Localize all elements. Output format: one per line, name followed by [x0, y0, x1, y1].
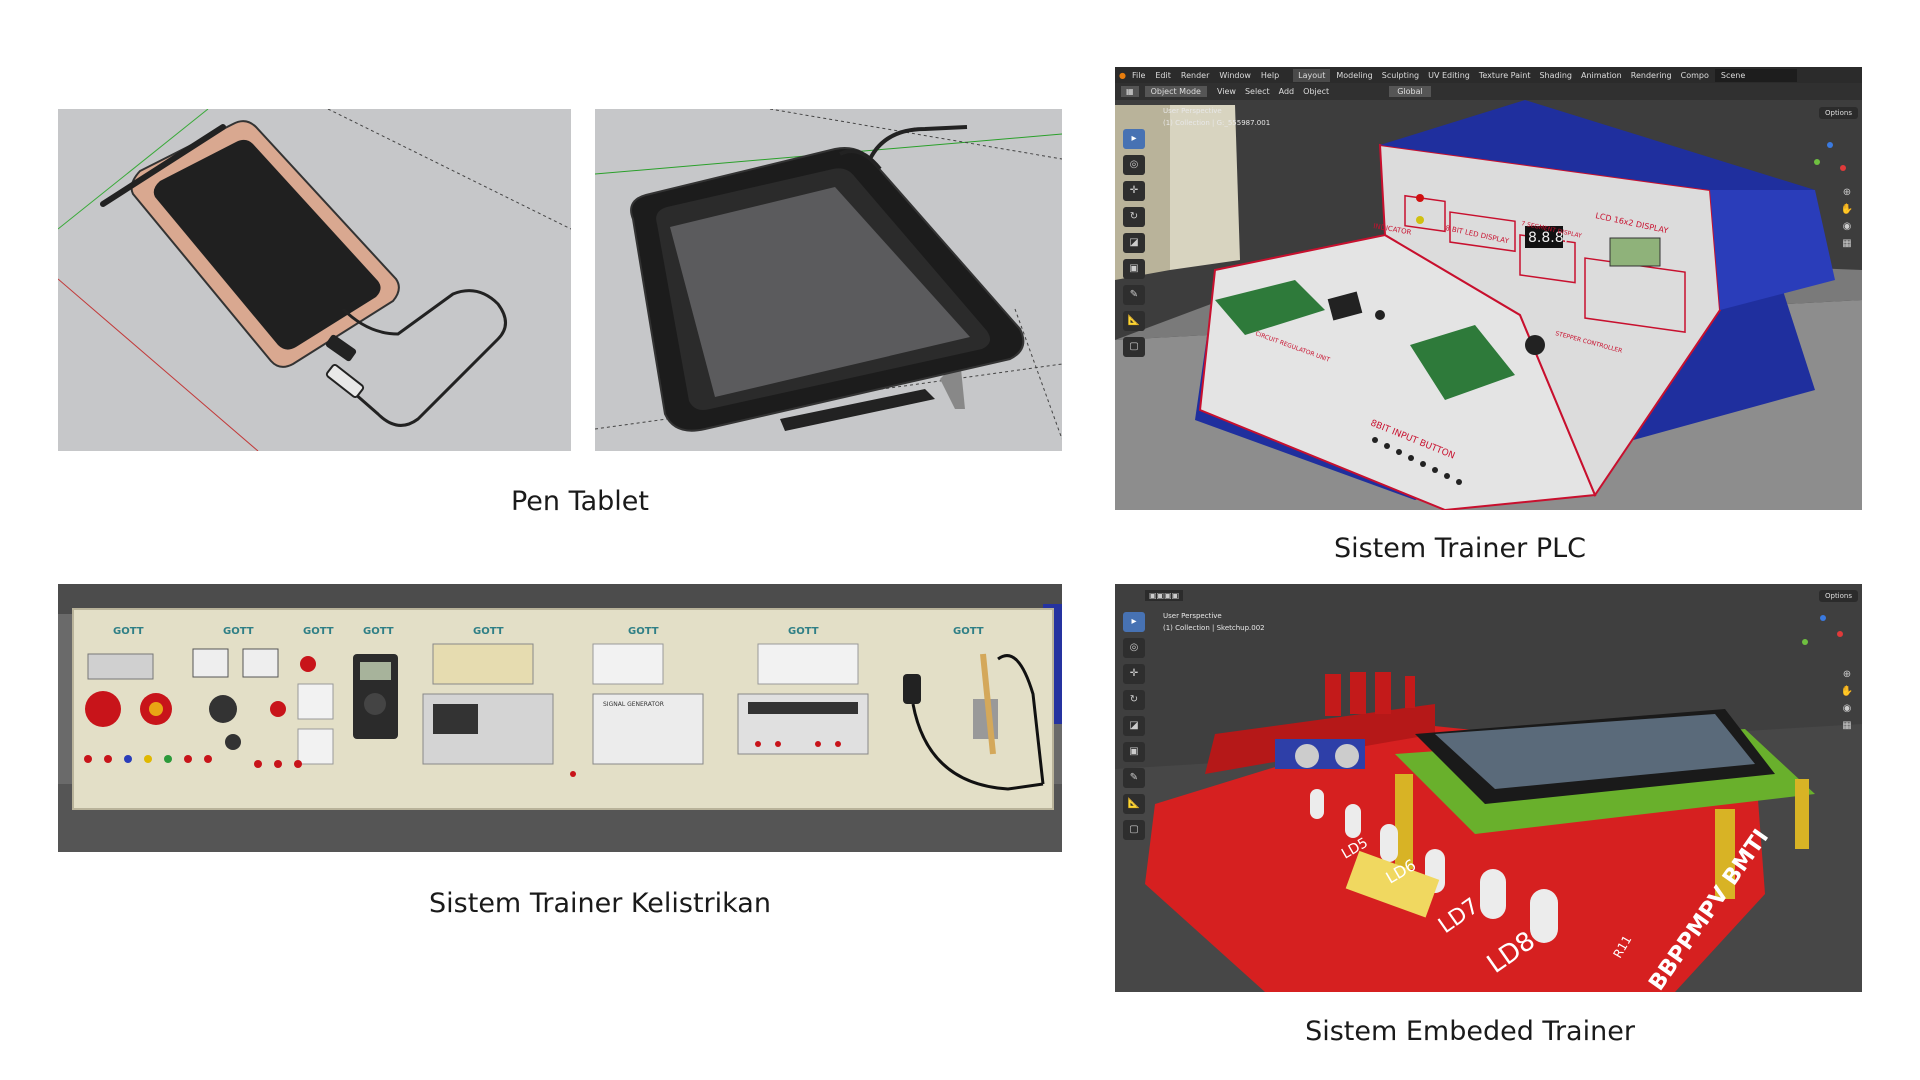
brand-2: GOTT: [223, 626, 254, 637]
blender-header: ▦ Object Mode View Select Add Object Glo…: [1115, 83, 1862, 100]
embedded-navigation-icons: ⊕ ✋ ◉ ▦: [1840, 669, 1854, 731]
camera-icon[interactable]: ◉: [1840, 221, 1854, 232]
menu-window[interactable]: Window: [1219, 71, 1251, 80]
select-tool-icon[interactable]: ▸: [1123, 129, 1145, 149]
viewport-collection: (1) Collection | G:_555987.001: [1163, 119, 1271, 127]
menu-help[interactable]: Help: [1261, 71, 1279, 80]
brand-8: GOTT: [953, 626, 984, 637]
plc-blender-screenshot: ● File Edit Render Window Help Layout Mo…: [1115, 67, 1862, 510]
tab-modeling[interactable]: Modeling: [1336, 71, 1372, 80]
zoom-icon[interactable]: ⊕: [1840, 187, 1854, 198]
tab-shading[interactable]: Shading: [1539, 71, 1572, 80]
embedded-viewport-info: User Perspective (1) Collection | Sketch…: [1163, 610, 1265, 634]
embedded-add-cube-tool-icon[interactable]: ▢: [1123, 820, 1145, 840]
embedded-zoom-icon[interactable]: ⊕: [1840, 669, 1854, 680]
tab-sculpting[interactable]: Sculpting: [1382, 71, 1419, 80]
embedded-viewport-collection: (1) Collection | Sketchup.002: [1163, 624, 1265, 632]
caption-plc: Sistem Trainer PLC: [1333, 533, 1587, 564]
embedded-blender-screenshot: LD7 LD8 LD5 LD6 R11 BBPPMPV BMTI ▣▣▣▣ Us…: [1115, 584, 1862, 992]
brand-6: GOTT: [628, 626, 659, 637]
tab-texture-paint[interactable]: Texture Paint: [1479, 71, 1531, 80]
embedded-grid-icon[interactable]: ▦: [1840, 720, 1854, 731]
pen-tablet-image-1: [58, 109, 571, 451]
blender-logo-icon[interactable]: ●: [1119, 71, 1126, 80]
brand-3: GOTT: [303, 626, 334, 637]
header-select[interactable]: Select: [1245, 87, 1270, 96]
caption-kelistrikan: Sistem Trainer Kelistrikan: [429, 888, 771, 919]
tab-layout[interactable]: Layout: [1293, 68, 1331, 82]
tab-animation[interactable]: Animation: [1581, 71, 1622, 80]
navigation-icons: ⊕ ✋ ◉ ▦: [1840, 187, 1854, 249]
embedded-transform-tool-icon[interactable]: ▣: [1123, 742, 1145, 762]
move-tool-icon[interactable]: ✛: [1123, 181, 1145, 201]
rotate-tool-icon[interactable]: ↻: [1123, 207, 1145, 227]
editor-type-icon[interactable]: ▦: [1121, 86, 1139, 97]
embedded-camera-icon[interactable]: ◉: [1840, 703, 1854, 714]
viewport-perspective: User Perspective: [1163, 107, 1222, 115]
embedded-measure-tool-icon[interactable]: 📐: [1123, 794, 1145, 814]
caption-pen-tablet: Pen Tablet: [510, 486, 650, 517]
embedded-pan-icon[interactable]: ✋: [1840, 686, 1854, 697]
scene-selector[interactable]: Scene: [1714, 68, 1797, 82]
brand-7: GOTT: [788, 626, 819, 637]
menu-render[interactable]: Render: [1181, 71, 1209, 80]
signal-generator-label: SIGNAL GENERATOR: [603, 701, 664, 708]
kelistrikan-image: GOTT GOTT GOTT GOTT GOTT GOTT GOTT GOTT: [58, 584, 1062, 852]
tool-shelf: ▸ ◎ ✛ ↻ ◪ ▣ ✎ 📐 ▢: [1123, 129, 1145, 357]
header-view[interactable]: View: [1217, 87, 1236, 96]
options-button[interactable]: Options: [1818, 107, 1858, 119]
embedded-top-icons: ▣▣▣▣: [1145, 590, 1184, 601]
blender-topbar: ● File Edit Render Window Help Layout Mo…: [1115, 67, 1862, 83]
embedded-rotate-tool-icon[interactable]: ↻: [1123, 690, 1145, 710]
brand-4: GOTT: [363, 626, 394, 637]
tab-uv-editing[interactable]: UV Editing: [1428, 71, 1470, 80]
object-mode-dropdown[interactable]: Object Mode: [1144, 86, 1207, 97]
menu-edit[interactable]: Edit: [1155, 71, 1171, 80]
embedded-options-button[interactable]: Options: [1818, 590, 1858, 602]
measure-tool-icon[interactable]: 📐: [1123, 311, 1145, 331]
add-cube-tool-icon[interactable]: ▢: [1123, 337, 1145, 357]
embedded-select-tool-icon[interactable]: ▸: [1123, 612, 1145, 632]
viewport-info: User Perspective (1) Collection | G:_555…: [1163, 105, 1270, 129]
brand-1: GOTT: [113, 626, 144, 637]
menu-file[interactable]: File: [1132, 71, 1145, 80]
cursor-tool-icon[interactable]: ◎: [1123, 155, 1145, 175]
header-add[interactable]: Add: [1279, 87, 1295, 96]
tab-compositing[interactable]: Compo: [1681, 71, 1709, 80]
tab-rendering[interactable]: Rendering: [1631, 71, 1672, 80]
embedded-viewport-perspective: User Perspective: [1163, 612, 1222, 620]
pan-icon[interactable]: ✋: [1840, 204, 1854, 215]
embedded-scale-tool-icon[interactable]: ◪: [1123, 716, 1145, 736]
caption-embedded: Sistem Embeded Trainer: [1305, 1016, 1635, 1047]
embedded-tool-shelf: ▸ ◎ ✛ ↻ ◪ ▣ ✎ 📐 ▢: [1123, 612, 1145, 840]
transform-orientation[interactable]: Global: [1389, 86, 1431, 97]
header-object[interactable]: Object: [1303, 87, 1329, 96]
brand-5: GOTT: [473, 626, 504, 637]
annotate-tool-icon[interactable]: ✎: [1123, 285, 1145, 305]
scale-tool-icon[interactable]: ◪: [1123, 233, 1145, 253]
embedded-annotate-tool-icon[interactable]: ✎: [1123, 768, 1145, 788]
grid-icon[interactable]: ▦: [1840, 238, 1854, 249]
pen-tablet-image-2: [595, 109, 1062, 451]
embedded-move-tool-icon[interactable]: ✛: [1123, 664, 1145, 684]
embedded-cursor-tool-icon[interactable]: ◎: [1123, 638, 1145, 658]
transform-tool-icon[interactable]: ▣: [1123, 259, 1145, 279]
